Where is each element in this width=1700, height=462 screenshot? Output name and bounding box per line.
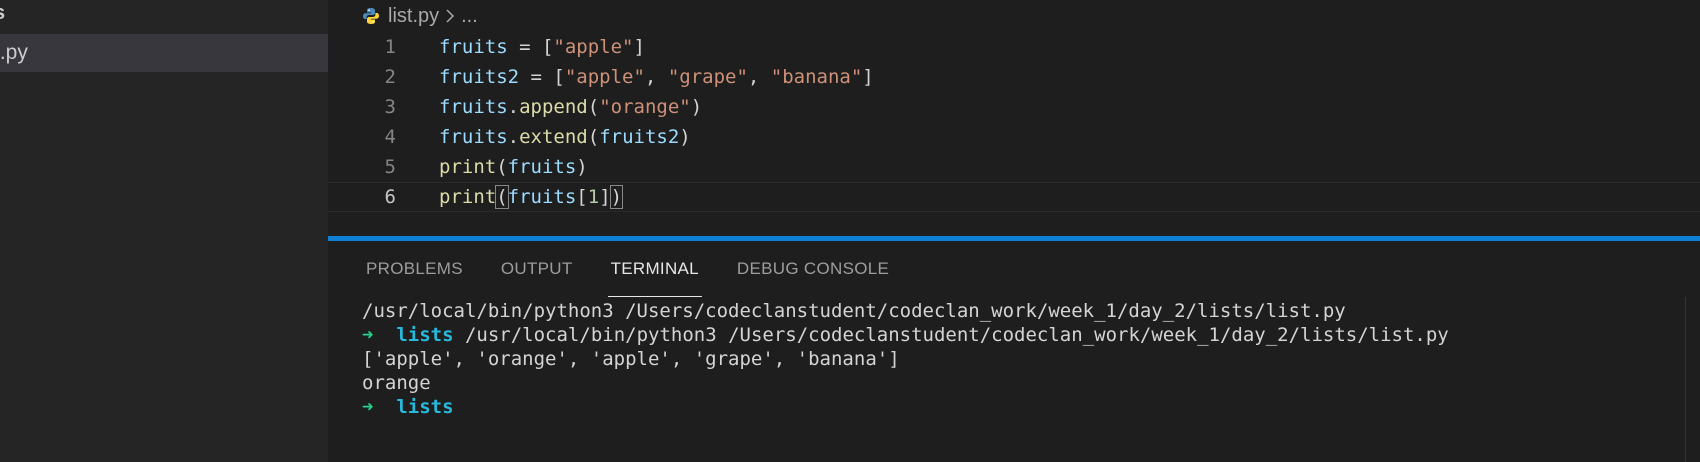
token: ( <box>496 156 508 178</box>
token: ( <box>587 126 600 148</box>
panel-tabs: PROBLEMS OUTPUT TERMINAL DEBUG CONSOLE <box>328 241 889 297</box>
token: ) <box>576 156 588 178</box>
line-source[interactable]: fruits.extend(fruits2) <box>439 122 691 152</box>
terminal-line: orange <box>362 372 431 394</box>
matched-bracket: ) <box>609 185 624 209</box>
terminal-line: ['apple', 'orange', 'apple', 'grape', 'b… <box>362 348 900 370</box>
tab-terminal[interactable]: TERMINAL <box>607 241 703 297</box>
tab-output[interactable]: OUTPUT <box>501 241 573 297</box>
prompt-directory: lists <box>396 324 454 346</box>
token: ] <box>633 36 645 58</box>
token: fruits2 <box>439 66 520 88</box>
line-source[interactable]: fruits2 = ["apple", "grape", "banana"] <box>439 62 874 92</box>
token: print <box>439 186 497 208</box>
sidebar-file-label: t.py <box>0 41 28 64</box>
prompt-arrow-icon: ➜ <box>362 396 374 418</box>
code-line[interactable]: 2 fruits2 = ["apple", "grape", "banana"] <box>328 62 1700 92</box>
terminal-line: ➜ lists /usr/local/bin/python3 /Users/co… <box>362 323 1449 347</box>
token: append <box>519 96 588 118</box>
line-number: 1 <box>384 36 396 58</box>
token: ( <box>587 96 600 118</box>
token: fruits <box>507 186 577 208</box>
token: , <box>747 66 771 88</box>
matched-bracket: ( <box>495 185 509 209</box>
python-icon <box>362 7 380 25</box>
token: "banana" <box>770 66 863 88</box>
breadcrumb-more[interactable]: ... <box>461 5 478 28</box>
line-number: 2 <box>384 66 396 88</box>
token: fruits <box>439 96 508 118</box>
token: = [ <box>507 36 554 58</box>
token: "grape" <box>667 66 748 88</box>
token: fruits <box>439 126 508 148</box>
token: ) <box>679 126 691 148</box>
line-source[interactable]: print(fruits[1]) <box>439 183 624 211</box>
code-line[interactable]: 4 fruits.extend(fruits2) <box>328 122 1700 152</box>
code-line[interactable]: 3 fruits.append("orange") <box>328 92 1700 122</box>
line-source[interactable]: print(fruits) <box>439 152 588 182</box>
line-number: 4 <box>384 126 396 148</box>
sidebar-header: s <box>0 2 5 25</box>
terminal-prompt[interactable]: ➜ lists <box>362 395 1449 419</box>
bottom-panel: PROBLEMS OUTPUT TERMINAL DEBUG CONSOLE /… <box>328 241 1700 462</box>
token: fruits <box>507 156 577 178</box>
explorer-sidebar: s t.py <box>0 0 328 462</box>
token: ] <box>862 66 874 88</box>
token: [ <box>576 186 588 208</box>
token: extend <box>519 126 588 148</box>
terminal-scrollbar[interactable] <box>1685 297 1700 462</box>
prompt-arrow-icon: ➜ <box>362 324 374 346</box>
line-source[interactable]: fruits = ["apple"] <box>439 32 645 62</box>
token: "apple" <box>564 66 645 88</box>
token: ] <box>599 186 611 208</box>
breadcrumb-file[interactable]: list.py <box>388 5 439 28</box>
line-source[interactable]: fruits.append("orange") <box>439 92 702 122</box>
chevron-right-icon <box>445 9 455 23</box>
token: "apple" <box>553 36 634 58</box>
code-line-current[interactable]: 6 print(fruits[1]) <box>328 182 1700 212</box>
code-line[interactable]: 1 fruits = ["apple"] <box>328 32 1700 62</box>
token: print <box>439 156 497 178</box>
tab-debug-console[interactable]: DEBUG CONSOLE <box>737 241 889 297</box>
token: , <box>644 66 668 88</box>
line-number: 5 <box>384 156 396 178</box>
token: . <box>507 126 520 148</box>
line-number: 3 <box>384 96 396 118</box>
token: . <box>507 96 520 118</box>
terminal-line: /usr/local/bin/python3 /Users/codeclanst… <box>362 300 1346 322</box>
line-number: 6 <box>384 186 396 208</box>
prompt-directory: lists <box>396 396 454 418</box>
tab-problems[interactable]: PROBLEMS <box>366 241 463 297</box>
token: ) <box>690 96 703 118</box>
code-lines[interactable]: 1 fruits = ["apple"] 2 fruits2 = ["apple… <box>328 32 1700 212</box>
token: = [ <box>519 66 565 88</box>
token: "orange" <box>599 96 691 118</box>
token: fruits2 <box>599 126 680 148</box>
sidebar-file-item[interactable]: t.py <box>0 34 328 72</box>
terminal-command: /usr/local/bin/python3 /Users/codeclanst… <box>453 324 1449 346</box>
token: 1 <box>587 186 600 208</box>
token: fruits <box>439 36 508 58</box>
breadcrumb: list.py ... <box>328 0 1700 32</box>
terminal-output[interactable]: /usr/local/bin/python3 /Users/codeclanst… <box>362 299 1449 419</box>
code-editor[interactable]: list.py ... 1 fruits = ["apple"] 2 fruit… <box>328 0 1700 236</box>
code-line[interactable]: 5 print(fruits) <box>328 152 1700 182</box>
